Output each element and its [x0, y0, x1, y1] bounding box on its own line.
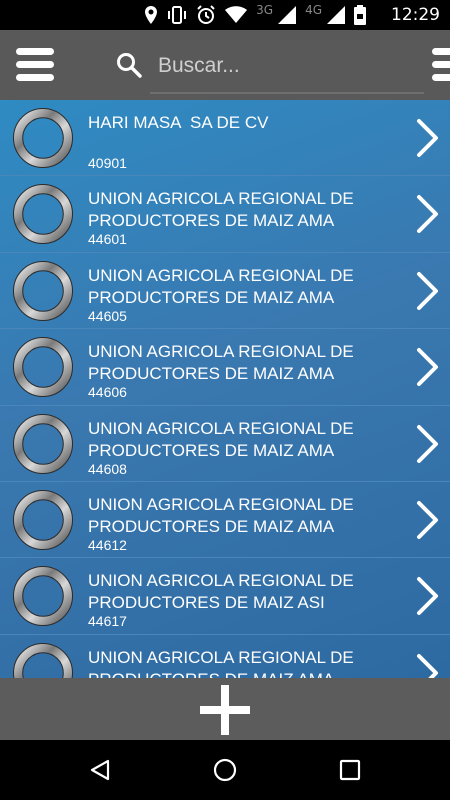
recents-square-icon[interactable] — [338, 758, 362, 782]
plus-icon[interactable] — [200, 685, 250, 735]
search-icon[interactable] — [116, 52, 142, 78]
item-code: 44601 — [88, 231, 127, 248]
ring-icon — [13, 489, 73, 550]
chevron-right-icon[interactable] — [416, 118, 440, 158]
bottom-action-bar — [0, 678, 450, 740]
list-item[interactable]: UNION AGRICOLA REGIONAL DE PRODUCTORES D… — [0, 635, 450, 678]
app-bar — [0, 30, 450, 100]
list-item[interactable]: HARI MASA SA DE CV 40901 — [0, 100, 450, 177]
item-title: UNION AGRICOLA REGIONAL DE PRODUCTORES D… — [88, 494, 359, 536]
list-item[interactable]: UNION AGRICOLA REGIONAL DE PRODUCTORES D… — [0, 482, 450, 559]
item-title: UNION AGRICOLA REGIONAL DE PRODUCTORES D… — [88, 418, 359, 460]
ring-icon — [13, 642, 73, 678]
ring-icon — [13, 413, 73, 474]
system-nav-bar — [0, 740, 450, 800]
network-type-label-2: 4G — [305, 3, 322, 17]
chevron-right-icon[interactable] — [416, 576, 440, 616]
list-item[interactable]: UNION AGRICOLA REGIONAL DE PRODUCTORES D… — [0, 558, 450, 635]
item-title: UNION AGRICOLA REGIONAL DE PRODUCTORES D… — [88, 265, 359, 307]
search-input[interactable] — [158, 50, 424, 82]
ring-icon — [13, 184, 73, 245]
chevron-right-icon[interactable] — [416, 194, 440, 234]
list-item[interactable]: UNION AGRICOLA REGIONAL DE PRODUCTORES D… — [0, 406, 450, 482]
item-code: 44606 — [88, 384, 127, 401]
chevron-right-icon[interactable] — [416, 347, 440, 387]
item-title: UNION AGRICOLA REGIONAL DE PRODUCTORES D… — [88, 647, 354, 678]
status-time: 12:29 — [391, 5, 440, 25]
item-title: UNION AGRICOLA REGIONAL DE PRODUCTORES D… — [88, 342, 359, 384]
vibrate-icon — [168, 6, 187, 24]
list-item[interactable]: UNION AGRICOLA REGIONAL DE PRODUCTORES D… — [0, 176, 450, 253]
item-code: 44608 — [88, 460, 127, 477]
search-underline — [150, 92, 424, 94]
wifi-icon — [225, 6, 248, 23]
ring-icon — [13, 337, 73, 398]
item-code: 44605 — [88, 307, 127, 324]
chevron-right-icon[interactable] — [416, 424, 440, 464]
item-code: 44612 — [88, 536, 127, 553]
alarm-icon — [197, 5, 215, 24]
chevron-right-icon[interactable] — [416, 653, 440, 678]
hamburger-icon[interactable] — [16, 48, 54, 82]
network-type-label: 3G — [256, 3, 274, 17]
item-title: HARI MASA SA DE CV — [88, 113, 269, 132]
back-triangle-icon[interactable] — [88, 758, 112, 782]
list-item[interactable]: UNION AGRICOLA REGIONAL DE PRODUCTORES D… — [0, 329, 450, 406]
ring-icon — [13, 108, 73, 168]
secondary-menu-icon[interactable] — [432, 48, 450, 82]
signal-icon — [278, 6, 297, 24]
list-item[interactable]: UNION AGRICOLA REGIONAL DE PRODUCTORES D… — [0, 253, 450, 330]
item-title: UNION AGRICOLA REGIONAL DE PRODUCTORES D… — [88, 189, 359, 231]
signal-icon-2 — [327, 6, 345, 24]
company-list: HARI MASA SA DE CV 40901 UNION AGRICOLA … — [0, 100, 450, 678]
status-bar: 3G 4G 12:29 — [0, 0, 450, 30]
chevron-right-icon[interactable] — [416, 271, 440, 311]
ring-icon — [13, 260, 73, 321]
chevron-right-icon[interactable] — [416, 500, 440, 540]
status-icons: 3G 4G — [144, 3, 366, 26]
location-icon — [145, 6, 158, 24]
home-circle-icon[interactable] — [213, 758, 237, 782]
ring-icon — [13, 566, 73, 627]
item-code: 44617 — [88, 613, 127, 630]
battery-icon — [354, 5, 366, 25]
item-code: 40901 — [88, 155, 127, 171]
item-title: UNION AGRICOLA REGIONAL DE PRODUCTORES D… — [88, 571, 359, 613]
